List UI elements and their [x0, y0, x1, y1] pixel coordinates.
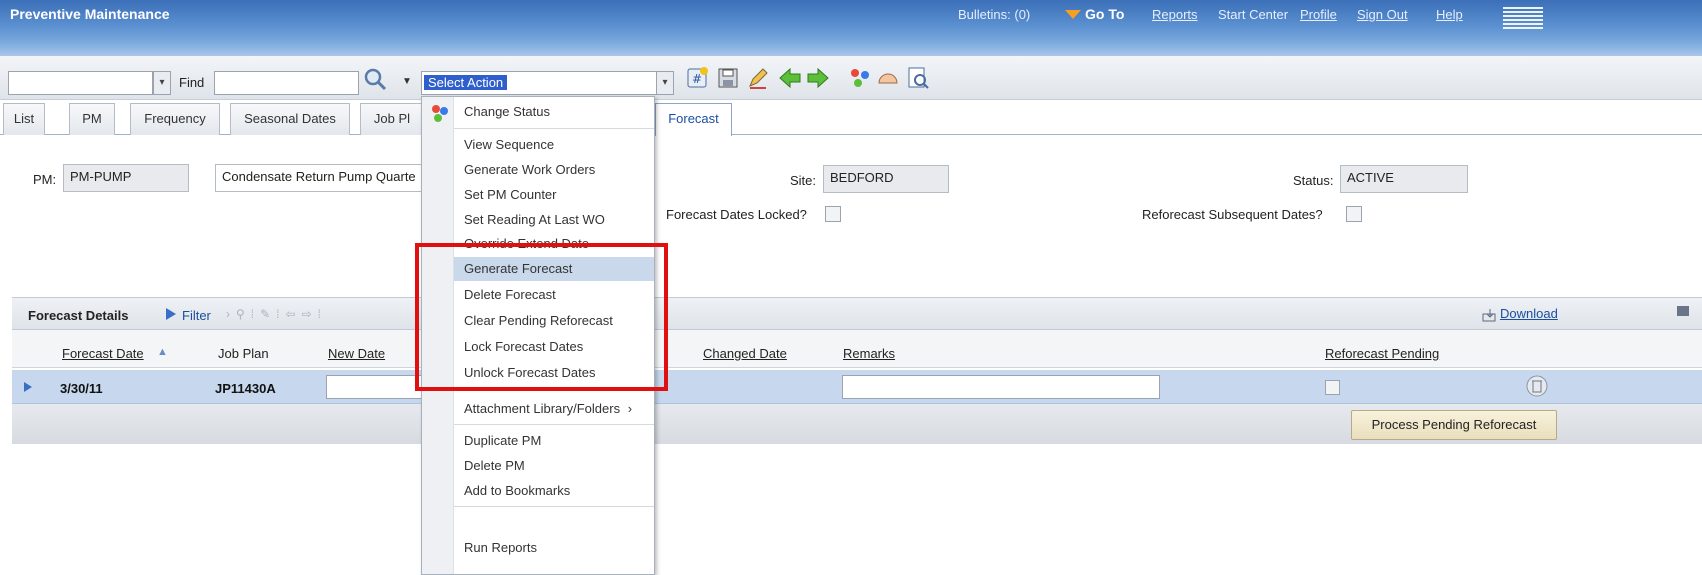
workflow-icon[interactable]: [848, 66, 872, 90]
menu-item-generate-work-orders[interactable]: Generate Work Orders: [454, 158, 654, 182]
menu-separator: [454, 128, 654, 129]
site-label: Site:: [790, 173, 817, 188]
menu-separator: [454, 506, 654, 507]
tab-forecast[interactable]: Forecast: [655, 103, 732, 136]
tab-seasonal-dates[interactable]: Seasonal Dates: [230, 103, 350, 135]
menu-item-view-sequence[interactable]: View Sequence: [454, 133, 654, 157]
tab-list[interactable]: List: [3, 103, 45, 135]
row-job-plan: JP11430A: [215, 381, 276, 396]
menu-item-set-reading-at-last-wo[interactable]: Set Reading At Last WO: [454, 208, 654, 232]
submenu-arrow-icon: ›: [627, 401, 633, 416]
help-link[interactable]: Help: [1436, 7, 1463, 22]
title-bar: Preventive Maintenance Bulletins: (0) Go…: [0, 0, 1702, 56]
chevron-down-icon: [1065, 10, 1081, 19]
start-center-link[interactable]: Start Center: [1218, 7, 1288, 22]
col-reforecast-pending[interactable]: Reforecast Pending: [1325, 346, 1439, 361]
status-label: Status:: [1293, 173, 1334, 188]
svg-text:#: #: [692, 72, 702, 86]
next-arrow-icon[interactable]: [806, 66, 830, 90]
menu-item-set-pm-counter[interactable]: Set PM Counter: [454, 183, 654, 207]
pm-label: PM:: [33, 172, 57, 187]
sort-ascending-icon: ▲: [157, 346, 168, 358]
col-remarks[interactable]: Remarks: [843, 346, 895, 361]
go-to-menu[interactable]: Go To: [1085, 6, 1124, 22]
forecast-details-title: Forecast Details: [28, 308, 129, 323]
reforecast-subsequent-label: Reforecast Subsequent Dates?: [1142, 207, 1323, 222]
download-link[interactable]: Download: [1500, 306, 1558, 321]
status-field[interactable]: ACTIVE: [1340, 165, 1468, 193]
highlight-annotation-box: [415, 243, 668, 391]
edit-pencil-icon[interactable]: [746, 66, 770, 90]
filter-play-icon[interactable]: [164, 306, 178, 322]
process-pending-reforecast-button[interactable]: Process Pending Reforecast: [1351, 410, 1557, 440]
forecast-dates-locked-label: Forecast Dates Locked?: [666, 207, 807, 222]
menu-item-duplicate-pm[interactable]: Duplicate PM: [454, 429, 654, 453]
gauge-icon[interactable]: [876, 66, 900, 90]
select-action-combobox[interactable]: Select Action: [421, 71, 658, 95]
menu-item-add-to-bookmarks[interactable]: Add to Bookmarks: [454, 479, 654, 503]
download-icon[interactable]: [1482, 308, 1498, 322]
save-icon[interactable]: [716, 66, 740, 90]
menu-separator: [454, 424, 654, 425]
menu-item-attachment-library-label: Attachment Library/Folders: [464, 401, 621, 416]
app-title: Preventive Maintenance: [10, 6, 170, 22]
site-field[interactable]: BEDFORD: [823, 165, 949, 193]
reforecast-subsequent-checkbox[interactable]: [1346, 206, 1362, 222]
search-options-chevron-icon[interactable]: ▼: [402, 76, 412, 87]
find-input[interactable]: [214, 71, 359, 95]
minimize-section-icon[interactable]: [1677, 306, 1689, 316]
find-label: Find: [179, 75, 205, 90]
change-status-icon: [432, 105, 448, 122]
report-icon[interactable]: [906, 66, 930, 90]
menu-item-run-reports[interactable]: Run Reports: [454, 536, 654, 560]
bulletins-link[interactable]: Bulletins: (0): [958, 7, 1030, 22]
pm-field[interactable]: PM-PUMP: [63, 164, 189, 192]
reforecast-pending-checkbox[interactable]: [1325, 380, 1340, 395]
sign-out-link[interactable]: Sign Out: [1357, 7, 1408, 22]
tab-frequency[interactable]: Frequency: [130, 103, 220, 135]
description-field[interactable]: Condensate Return Pump Quarte: [215, 164, 427, 192]
table-nav-icons: ›⚲⁞✎⁞⇦⇨⁞: [226, 307, 327, 321]
menu-item-delete-pm[interactable]: Delete PM: [454, 454, 654, 478]
menu-item-change-status[interactable]: Change Status: [454, 100, 654, 124]
remarks-input[interactable]: [842, 375, 1160, 399]
new-date-input[interactable]: [326, 375, 424, 399]
row-forecast-date: 3/30/11: [60, 381, 103, 396]
search-icon[interactable]: [362, 66, 388, 92]
tab-pm[interactable]: PM: [69, 103, 115, 135]
ibm-logo: [1503, 7, 1543, 29]
filter-link[interactable]: Filter: [182, 308, 211, 323]
profile-link[interactable]: Profile: [1300, 7, 1337, 22]
find-field-select[interactable]: [8, 71, 153, 95]
delete-row-icon[interactable]: [1525, 374, 1549, 398]
col-job-plan: Job Plan: [218, 346, 269, 361]
select-action-dropdown[interactable]: ▾: [656, 71, 674, 95]
find-field-dropdown[interactable]: ▾: [153, 71, 171, 95]
tab-job-plans[interactable]: Job Pl: [360, 103, 424, 135]
forecast-dates-locked-checkbox[interactable]: [825, 206, 841, 222]
previous-arrow-icon[interactable]: [778, 66, 802, 90]
col-forecast-date[interactable]: Forecast Date: [62, 346, 144, 361]
select-action-value: Select Action: [424, 75, 508, 90]
reports-link[interactable]: Reports: [1152, 7, 1198, 22]
menu-item-attachment-library[interactable]: Attachment Library/Folders ›: [454, 397, 654, 421]
row-expand-icon[interactable]: [22, 380, 34, 394]
col-changed-date[interactable]: Changed Date: [703, 346, 787, 361]
col-new-date[interactable]: New Date: [328, 346, 385, 361]
new-record-icon[interactable]: #: [685, 66, 709, 90]
